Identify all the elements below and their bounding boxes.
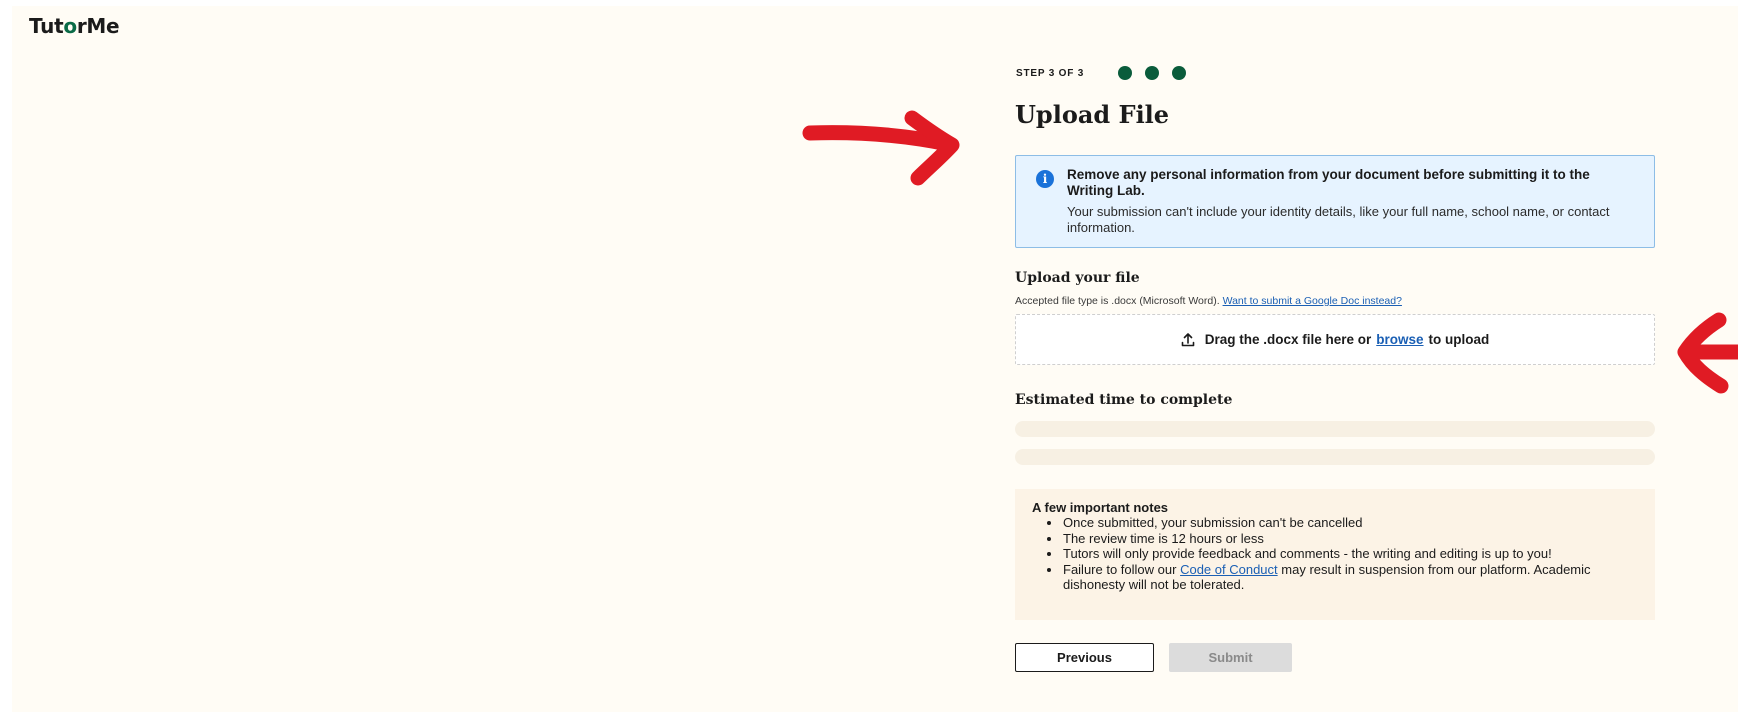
- file-drop-zone[interactable]: Drag the .docx file here or browse to up…: [1015, 314, 1655, 365]
- step-label: STEP 3 OF 3: [1016, 67, 1085, 79]
- step-indicator: STEP 3 OF 3: [1016, 66, 1187, 80]
- drop-zone-suffix: to upload: [1428, 332, 1490, 347]
- annotation-arrow-left-icon: [1677, 312, 1738, 394]
- step-dot-1: [1118, 66, 1133, 80]
- estimate-skeleton-line-2: [1015, 449, 1655, 465]
- page-title: Upload File: [1015, 100, 1170, 129]
- step-dot-3: [1172, 66, 1187, 80]
- logo-text-part1: Tut: [29, 14, 64, 38]
- annotation-arrow-right-icon: [802, 110, 960, 186]
- info-banner-heading: Remove any personal information from you…: [1067, 167, 1590, 198]
- tutorme-logo[interactable]: TutorMe: [29, 14, 120, 38]
- notes-heading: A few important notes: [1032, 500, 1169, 515]
- notes-list: Once submitted, your submission can't be…: [1032, 515, 1638, 593]
- accepted-file-type-text: Accepted file type is .docx (Microsoft W…: [1015, 295, 1402, 307]
- note-item-4: Failure to follow our Code of Conduct ma…: [1062, 562, 1638, 593]
- note-item-4-prefix: Failure to follow our: [1063, 561, 1177, 577]
- logo-text-accent: o: [63, 14, 77, 38]
- previous-button[interactable]: Previous: [1015, 643, 1154, 672]
- google-doc-link[interactable]: Want to submit a Google Doc instead?: [1223, 295, 1402, 307]
- info-banner-body: Your submission can't include your ident…: [1067, 204, 1610, 235]
- estimated-time-heading: Estimated time to complete: [1015, 392, 1233, 408]
- step-dots: [1118, 66, 1187, 80]
- drop-zone-prefix: Drag the .docx file here or: [1204, 332, 1372, 347]
- logo-text-part4: Me: [86, 14, 120, 38]
- note-item-1: Once submitted, your submission can't be…: [1062, 515, 1638, 531]
- accepted-file-type-label: Accepted file type is .docx (Microsoft W…: [1015, 295, 1220, 307]
- browse-link[interactable]: browse: [1376, 332, 1423, 347]
- code-of-conduct-link[interactable]: Code of Conduct: [1180, 562, 1278, 577]
- upload-heading: Upload your file: [1015, 270, 1140, 286]
- info-banner: i Remove any personal information from y…: [1015, 155, 1655, 248]
- note-item-3: Tutors will only provide feedback and co…: [1062, 546, 1638, 562]
- important-notes-box: A few important notes Once submitted, yo…: [1015, 489, 1655, 620]
- info-icon: i: [1036, 170, 1054, 188]
- logo-text-part3: r: [76, 14, 87, 38]
- note-item-2: The review time is 12 hours or less: [1062, 531, 1638, 547]
- estimate-skeleton-line-1: [1015, 421, 1655, 437]
- submit-button[interactable]: Submit: [1169, 643, 1292, 672]
- step-dot-2: [1145, 66, 1160, 80]
- upload-icon: [1181, 332, 1195, 347]
